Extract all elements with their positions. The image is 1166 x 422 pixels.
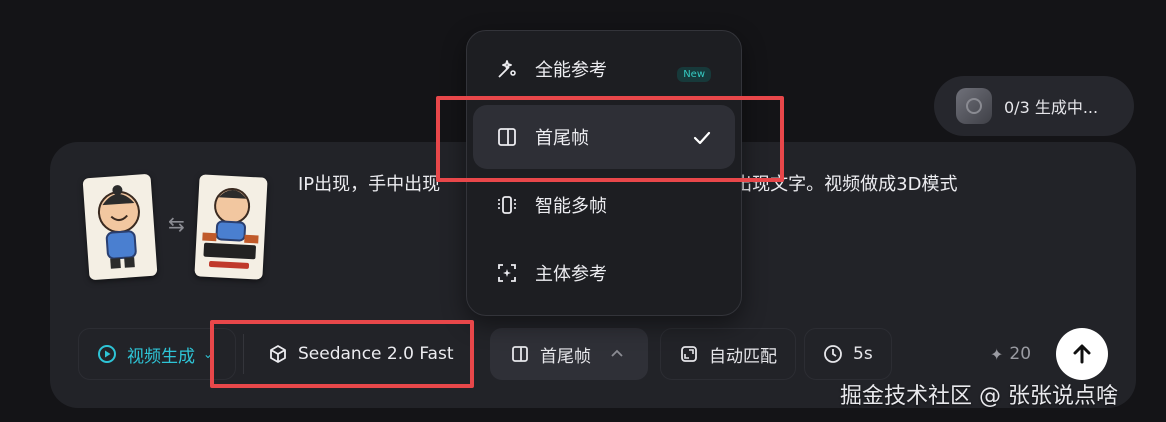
sparkle-icon: ✦ [990, 344, 1004, 364]
frame-mode-button[interactable]: 首尾帧 [490, 328, 648, 380]
loading-icon [966, 98, 982, 114]
aspect-ratio-button[interactable]: 自动匹配 [660, 328, 796, 380]
watermark: 掘金技术社区 @ 张张说点啥 [840, 384, 1118, 409]
aspect-ratio-icon [681, 346, 697, 362]
aspect-ratio-label: 自动匹配 [709, 346, 777, 367]
duration-button[interactable]: 5s [804, 328, 892, 380]
character-logo-image [202, 188, 259, 269]
subject-icon [498, 264, 516, 282]
menu-item-omni-reference[interactable]: 全能参考 New [473, 37, 735, 101]
credits-value: 20 [1009, 344, 1032, 364]
chevron-up-icon [611, 349, 623, 357]
menu-item-label: 全能参考 [535, 60, 607, 81]
menu-item-label: 智能多帧 [535, 196, 607, 217]
first-frame-thumbnail[interactable] [82, 173, 158, 281]
arrow-up-icon [1073, 344, 1091, 364]
menu-item-smart-multi-frame[interactable]: 智能多帧 [473, 173, 735, 237]
multi-frame-icon [498, 196, 516, 214]
video-generate-icon [98, 345, 116, 363]
swap-icon[interactable]: ⇆ [168, 212, 185, 236]
new-badge: New [677, 67, 711, 82]
prompt-text-left: IP出现，手中出现 [298, 174, 441, 195]
menu-item-subject-reference[interactable]: 主体参考 [473, 241, 735, 305]
clock-icon [824, 345, 842, 363]
menu-item-label: 主体参考 [535, 264, 607, 285]
highlight-box-model [210, 320, 474, 388]
frame-icon [512, 346, 528, 362]
generation-status-pill[interactable]: 0/3 生成中... [934, 76, 1134, 136]
wand-icon [498, 60, 516, 78]
highlight-box-first-last-frame [436, 96, 784, 182]
last-frame-thumbnail[interactable] [194, 174, 268, 280]
character-image [97, 185, 140, 269]
duration-label: 5s [853, 344, 873, 364]
mode-label: 视频生成 [127, 346, 195, 367]
credits-indicator: ✦ 20 [990, 344, 1031, 364]
status-thumbnail [956, 88, 992, 124]
send-button[interactable] [1056, 328, 1108, 380]
status-text: 0/3 生成中... [1004, 98, 1099, 117]
frame-mode-label: 首尾帧 [540, 346, 591, 367]
